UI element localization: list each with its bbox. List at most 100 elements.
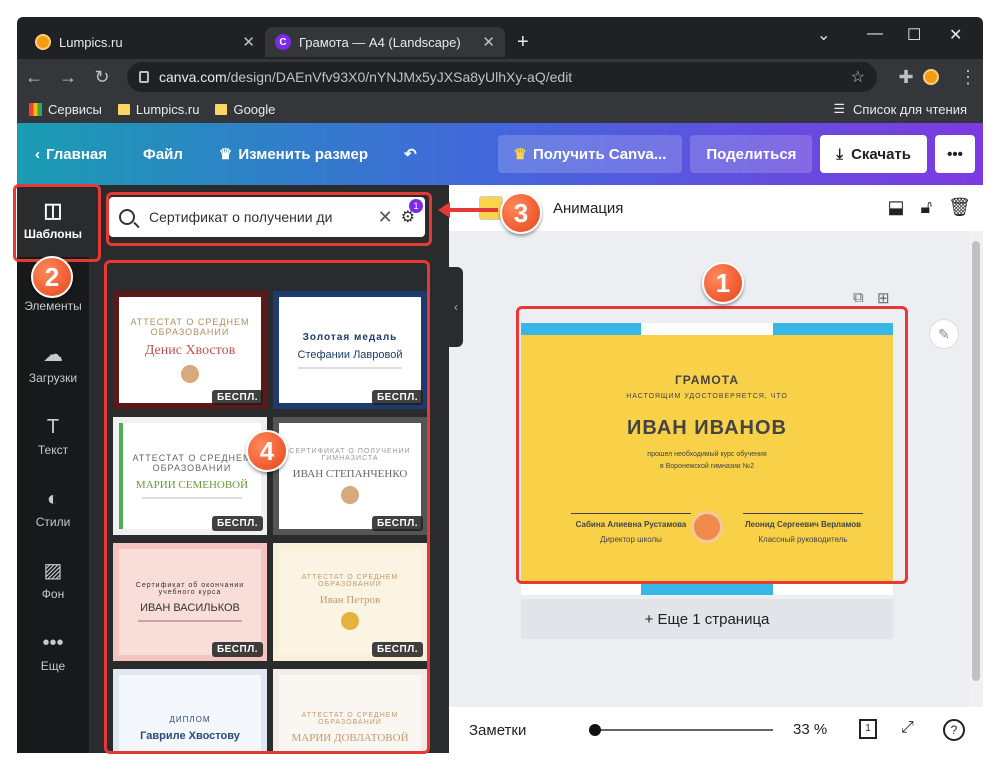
canva-favicon-icon: C [275,34,291,50]
lock-icon [139,71,149,83]
palette-icon: ◐ [46,488,60,510]
zoom-slider[interactable] [589,724,773,736]
fullscreen-icon[interactable]: ⤢ [901,719,914,737]
sidebar-item-label: Фон [41,587,65,601]
tab-title: Грамота — A4 (Landscape) [299,34,461,50]
download-icon: ⤓ [836,145,844,163]
annotation-marker: 2 [31,256,73,298]
reading-list-icon: ☰ [833,101,846,116]
annotation-marker: 1 [702,262,744,304]
sidebar-item-label: Загрузки [28,371,78,385]
more-options-button[interactable]: ••• [935,135,975,173]
close-tab-icon[interactable]: ✕ [242,33,255,51]
get-pro-button[interactable]: ♛ Получить Canva... [497,135,683,173]
animation-button[interactable]: Анимация [553,200,623,217]
help-icon[interactable]: ? [943,719,965,741]
bookmark-services[interactable]: Сервисы [29,102,102,117]
resize-button[interactable]: ♛ Изменить размер [201,145,386,164]
download-button[interactable]: ⤓ Скачать [820,135,927,173]
minimize-icon[interactable]: — [867,25,883,43]
paint-roller-icon[interactable]: ⬓ [887,197,904,218]
bookmark-google[interactable]: Google [215,102,275,117]
lock-icon[interactable]: 🔓︎ [920,197,932,218]
share-button[interactable]: Поделиться [690,135,813,173]
add-page-label: + Еще 1 страница [644,610,770,628]
folder-icon [215,103,228,115]
sidebar-item-more[interactable]: ••• Еще [17,617,89,689]
white-stripe [773,583,893,595]
file-label: Файл [143,145,183,163]
zoom-slider-knob[interactable] [589,724,601,736]
close-window-icon[interactable]: ✕ [949,25,962,45]
forward-icon[interactable]: → [51,67,85,88]
highlight-templates-tab [13,184,101,262]
reload-icon[interactable]: ↻ [85,67,119,88]
scrollbar[interactable] [969,231,983,707]
sidebar-item-label: Стили [35,515,71,529]
white-stripe [521,583,641,595]
duplicate-page-icon[interactable]: ⧉ [853,289,864,306]
annotation-marker: 4 [246,430,288,472]
download-label: Скачать [851,145,911,163]
page-count-icon[interactable]: 1 [859,719,877,739]
trash-icon[interactable]: 🗑︎ [948,197,971,218]
file-menu[interactable]: Файл [125,146,201,163]
bookmark-lumpics[interactable]: Lumpics.ru [117,101,200,117]
sidebar-item-text[interactable]: T Текст [17,401,89,473]
home-label: Главная [46,145,108,163]
zoom-level[interactable]: 33 % [793,721,827,738]
add-page-button[interactable]: + Еще 1 страница [521,599,893,639]
browser-toolbar: ← → ↻ canva.com /design/DAEnVfv93X0/nYNJ… [17,59,983,95]
sidebar-item-label: Еще [40,659,66,673]
sidebar-item-uploads[interactable]: ☁ Загрузки [17,329,89,401]
url-host: canva.com [159,69,227,85]
undo-button[interactable]: ↶ [386,145,435,163]
sidebar-item-background[interactable]: ▨ Фон [17,545,89,617]
reading-list[interactable]: ☰ Список для чтения [833,101,967,117]
close-tab-icon[interactable]: ✕ [482,33,495,51]
tab-title: Lumpics.ru [59,34,123,50]
more-icon: ••• [42,632,64,654]
folder-icon [117,103,130,115]
extensions-icon[interactable]: ✚ [889,67,923,88]
editor-footer: Заметки 33 % 1 ⤢ ? [449,707,983,753]
chevron-left-icon: ‹ [35,145,40,163]
collapse-panel-handle[interactable]: ‹ [449,267,463,347]
highlight-search [106,192,432,246]
bookmarks-bar: Сервисы Lumpics.ru Google ☰ Список для чт… [17,95,983,123]
arrow-icon [438,202,498,218]
home-button[interactable]: ‹ Главная [17,146,125,163]
undo-icon: ↶ [404,146,417,163]
sidebar-item-label: Текст [37,443,69,457]
bookmark-label: Lumpics.ru [135,101,200,117]
share-label: Поделиться [706,145,797,163]
scrollbar-thumb[interactable] [972,241,980,681]
tab-search-icon[interactable]: ⌄ [817,25,830,45]
background-icon: ▨ [43,560,63,582]
canva-topbar: ‹ Главная Файл ♛ Изменить размер ↶ ♛ Получи… [17,123,983,185]
back-icon[interactable]: ← [17,67,51,88]
text-icon: T [46,416,60,438]
highlight-templates [104,260,430,754]
apps-icon [29,102,42,116]
menu-icon[interactable]: ⋮ [951,67,983,88]
bookmark-star-icon[interactable]: ☆ [851,67,865,87]
address-bar[interactable]: canva.com /design/DAEnVfv93X0/nYNJMx5yJX… [127,62,877,92]
profile-avatar[interactable] [923,69,939,85]
annotation-marker: 3 [500,192,542,234]
tab-lumpics[interactable]: Lumpics.ru ✕ [25,27,265,57]
crown-icon: ♛ [513,146,527,163]
comment-icon[interactable]: ✎ [929,319,959,349]
sidebar-item-styles[interactable]: ◐ Стили [17,473,89,545]
bookmark-label: Google [233,101,276,117]
tab-canva[interactable]: C Грамота — A4 (Landscape) ✕ [265,27,505,57]
upload-icon: ☁ [43,344,63,366]
bookmark-label: Сервисы [48,101,102,117]
new-tab-icon[interactable]: + [517,31,529,54]
maximize-icon[interactable]: ☐ [907,25,921,45]
notes-button[interactable]: Заметки [469,722,526,739]
add-page-icon[interactable]: ⊞ [877,289,890,307]
sidebar-item-label: Элементы [24,299,82,313]
lumpics-favicon-icon [35,34,51,50]
get-pro-label: Получить Canva... [532,145,667,163]
